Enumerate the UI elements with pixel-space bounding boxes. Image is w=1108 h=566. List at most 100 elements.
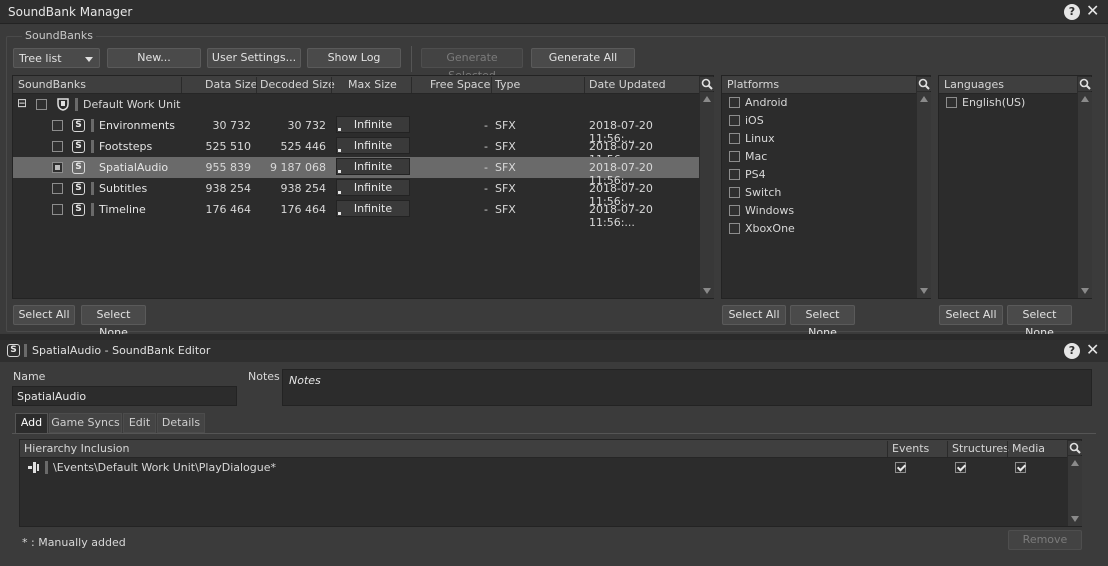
help-icon[interactable]: ? <box>1064 4 1080 20</box>
media-checkbox[interactable] <box>1015 462 1026 473</box>
work-unit-checkbox[interactable] <box>36 99 47 110</box>
scroll-down-icon[interactable] <box>1081 288 1089 294</box>
scroll-down-icon[interactable] <box>1071 516 1079 522</box>
show-log-button[interactable]: Show Log <box>307 48 401 68</box>
platform-checkbox[interactable] <box>729 187 740 198</box>
search-icon[interactable] <box>700 77 714 91</box>
tab-edit[interactable]: Edit <box>123 413 156 433</box>
platform-label: Android <box>745 96 788 109</box>
soundbank-row[interactable]: S Environments 30 732 30 732 Infinite - SFX 201… <box>13 115 699 145</box>
collapse-icon[interactable]: ⊟ <box>17 96 27 110</box>
max-size-value: Infinite <box>353 160 393 173</box>
platform-item[interactable]: Linux <box>722 130 912 148</box>
max-size-field[interactable]: Infinite <box>336 158 410 175</box>
max-size-field[interactable]: Infinite <box>336 200 410 217</box>
platform-checkbox[interactable] <box>729 169 740 180</box>
tab-details[interactable]: Details <box>157 413 205 433</box>
notes-field[interactable]: Notes <box>282 369 1092 406</box>
search-icon[interactable] <box>1068 441 1082 455</box>
inclusion-row[interactable]: \Events\Default Work Unit\PlayDialogue* <box>20 458 1067 478</box>
soundbank-checkbox[interactable] <box>52 183 63 194</box>
col-date-updated[interactable]: Date Updated <box>589 78 666 91</box>
platform-checkbox[interactable] <box>729 223 740 234</box>
col-free-space[interactable]: Free Space <box>430 78 490 91</box>
editor-titlebar: S SpatialAudio - SoundBank Editor ? ✕ <box>0 340 1108 362</box>
platforms-select-none-button[interactable]: Select None <box>790 305 855 339</box>
languages-select-none-button[interactable]: Select None <box>1007 305 1072 339</box>
user-settings-button[interactable]: User Settings... <box>207 48 301 68</box>
scroll-up-icon[interactable] <box>703 96 711 102</box>
col-decoded-size[interactable]: Decoded Size <box>260 78 335 91</box>
soundbanks-select-none-button[interactable]: Select None <box>81 305 146 339</box>
scroll-down-icon[interactable] <box>920 288 928 294</box>
max-size-field[interactable]: Infinite <box>336 137 410 154</box>
soundbank-row[interactable]: S SpatialAudio 955 839 9 187 068 Infinite - SF… <box>13 157 699 187</box>
platform-checkbox[interactable] <box>729 205 740 216</box>
col-events[interactable]: Events <box>892 442 929 455</box>
scroll-up-icon[interactable] <box>1071 460 1079 466</box>
soundbank-icon: S <box>72 182 85 195</box>
soundbank-row[interactable]: S Timeline 176 464 176 464 Infinite - SFX 2018-… <box>13 199 699 229</box>
platforms-select-all-button[interactable]: Select All <box>722 305 786 325</box>
scroll-down-icon[interactable] <box>703 288 711 294</box>
max-size-field[interactable]: Infinite <box>336 179 410 196</box>
col-type[interactable]: Type <box>495 78 520 91</box>
max-size-value: Infinite <box>353 202 393 215</box>
col-structures[interactable]: Structures <box>952 442 1009 455</box>
help-icon[interactable]: ? <box>1064 343 1080 359</box>
work-unit-icon <box>57 98 69 114</box>
soundbank-checkbox[interactable] <box>52 120 63 131</box>
platform-checkbox[interactable] <box>729 115 740 126</box>
col-data-size[interactable]: Data Size <box>205 78 257 91</box>
data-size: 525 510 <box>205 140 252 153</box>
search-icon[interactable] <box>917 77 931 91</box>
platform-item[interactable]: Android <box>722 94 912 112</box>
platform-item[interactable]: Windows <box>722 202 912 220</box>
platform-checkbox[interactable] <box>729 97 740 108</box>
new-button[interactable]: New... <box>107 48 201 68</box>
soundbank-row[interactable]: S Subtitles 938 254 938 254 Infinite - SFX 2018… <box>13 178 699 208</box>
col-hierarchy-inclusion[interactable]: Hierarchy Inclusion <box>24 442 129 455</box>
soundbank-checkbox[interactable] <box>52 204 63 215</box>
soundbank-table-scrollbar[interactable] <box>700 92 714 298</box>
platforms-scrollbar[interactable] <box>917 92 931 298</box>
language-label: English(US) <box>962 96 1026 109</box>
language-checkbox[interactable] <box>946 97 957 108</box>
max-size-field[interactable]: Infinite <box>336 116 410 133</box>
col-max-size[interactable]: Max Size <box>348 78 397 91</box>
platform-item[interactable]: Mac <box>722 148 912 166</box>
close-icon[interactable]: ✕ <box>1086 342 1099 358</box>
name-field[interactable]: SpatialAudio <box>12 386 237 406</box>
generate-selected-button[interactable]: Generate Selected <box>421 48 523 82</box>
scroll-up-icon[interactable] <box>920 96 928 102</box>
col-media[interactable]: Media <box>1012 442 1045 455</box>
tab-add[interactable]: Add <box>15 413 48 433</box>
soundbank-checkbox[interactable] <box>52 141 63 152</box>
col-soundbanks[interactable]: SoundBanks <box>18 78 86 91</box>
structures-checkbox[interactable] <box>955 462 966 473</box>
inclusion-scrollbar[interactable] <box>1068 456 1082 526</box>
language-item[interactable]: English(US) <box>939 94 1108 112</box>
platform-checkbox[interactable] <box>729 133 740 144</box>
view-mode-dropdown[interactable]: Tree list <box>13 48 100 68</box>
soundbank-type: SFX <box>495 119 516 132</box>
work-unit-row[interactable]: ⊟ Default Work Unit <box>13 94 699 115</box>
soundbank-row[interactable]: S Footsteps 525 510 525 446 Infinite - SFX 2018… <box>13 136 699 166</box>
platform-checkbox[interactable] <box>729 151 740 162</box>
close-icon[interactable]: ✕ <box>1086 3 1099 19</box>
platform-item[interactable]: XboxOne <box>722 220 912 238</box>
decoded-size: 525 446 <box>280 140 327 153</box>
soundbank-checkbox[interactable] <box>52 162 63 173</box>
generate-all-button[interactable]: Generate All <box>531 48 635 68</box>
languages-scrollbar[interactable] <box>1078 92 1092 298</box>
languages-select-all-button[interactable]: Select All <box>939 305 1003 325</box>
platform-item[interactable]: Switch <box>722 184 912 202</box>
inclusion-path: \Events\Default Work Unit\PlayDialogue* <box>53 461 277 474</box>
platform-item[interactable]: iOS <box>722 112 912 130</box>
remove-button[interactable]: Remove <box>1008 530 1082 550</box>
platform-item[interactable]: PS4 <box>722 166 912 184</box>
soundbanks-select-all-button[interactable]: Select All <box>13 305 75 325</box>
events-checkbox[interactable] <box>895 462 906 473</box>
search-icon[interactable] <box>1078 77 1092 91</box>
tab-game-syncs[interactable]: Game Syncs <box>49 413 122 433</box>
